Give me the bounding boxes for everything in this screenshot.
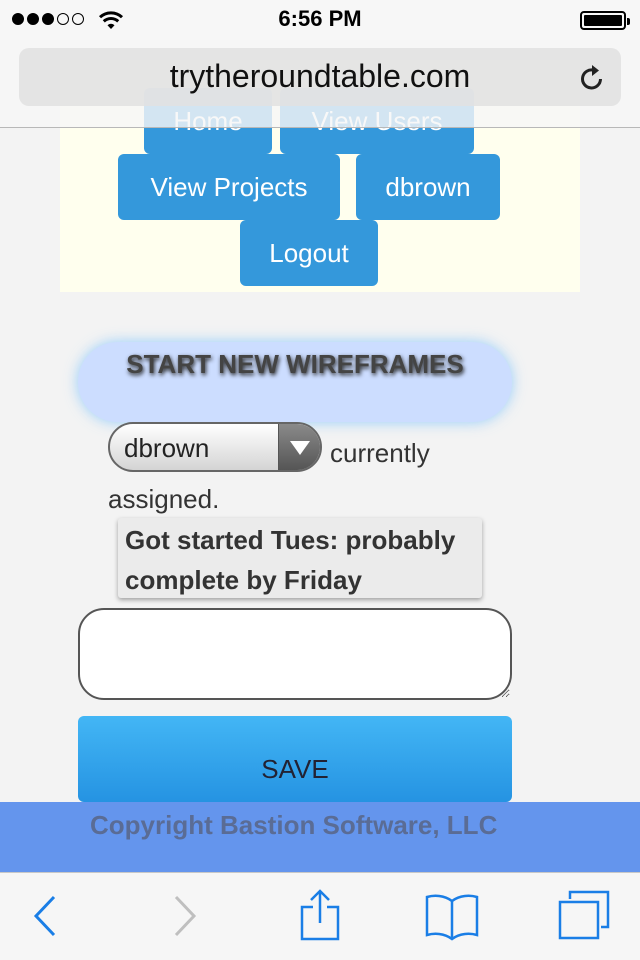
back-chevron-icon[interactable]	[30, 893, 58, 939]
assignee-select[interactable]: dbrown	[108, 422, 322, 472]
save-button-label: SAVE	[261, 753, 329, 784]
status-bar: 6:56 PM	[0, 0, 640, 40]
forward-chevron-icon[interactable]	[172, 893, 200, 939]
comment-input[interactable]	[78, 608, 512, 700]
project-title: START NEW WIREFRAMES	[126, 349, 464, 379]
chevron-down-icon	[278, 424, 320, 470]
browser-toolbar	[0, 872, 640, 960]
url-text: trytheroundtable.com	[169, 58, 471, 94]
status-note-text: Got started Tues: probably complete by F…	[125, 525, 456, 595]
share-icon[interactable]	[298, 887, 342, 943]
battery-icon	[580, 11, 630, 30]
battery-level	[584, 15, 622, 26]
status-note: Got started Tues: probably complete by F…	[118, 518, 482, 598]
bookmarks-book-icon[interactable]	[424, 891, 480, 941]
reload-icon[interactable]	[579, 64, 605, 92]
project-title-banner: START NEW WIREFRAMES	[78, 342, 512, 422]
save-button[interactable]: SAVE	[78, 716, 512, 802]
page-footer: Copyright Bastion Software, LLC	[0, 802, 640, 874]
url-field[interactable]: trytheroundtable.com	[19, 48, 621, 106]
user-profile-button[interactable]: dbrown	[356, 154, 500, 220]
logout-button[interactable]: Logout	[240, 220, 378, 286]
copyright-text: Copyright Bastion Software, LLC	[90, 810, 498, 840]
view-projects-button[interactable]: View Projects	[118, 154, 340, 220]
tabs-icon[interactable]	[556, 889, 612, 941]
browser-address-bar: trytheroundtable.com	[0, 40, 640, 128]
status-time: 6:56 PM	[278, 6, 362, 31]
assignee-value: dbrown	[124, 433, 210, 463]
